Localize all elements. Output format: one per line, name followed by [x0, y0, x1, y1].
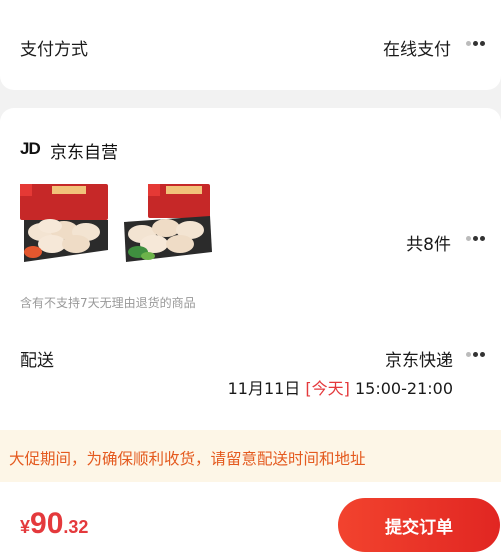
product-thumbnail-1[interactable]: [20, 180, 112, 266]
delivery-time-range: 15:00-21:00: [355, 379, 453, 398]
delivery-time[interactable]: 11月11日 [今天] 15:00-21:00: [228, 375, 453, 399]
promo-banner: 大促期间，为确保顺利收货，请留意配送时间和地址: [0, 430, 501, 482]
currency-symbol: ¥: [20, 517, 31, 537]
items-more-icon[interactable]: [466, 236, 486, 242]
payment-method-label: 支付方式: [20, 40, 88, 60]
payment-method-value[interactable]: 在线支付: [383, 35, 451, 60]
dumpling-product-image: [122, 180, 214, 266]
shop-name: 京东自营: [50, 143, 118, 163]
jd-logo: JD: [20, 139, 41, 158]
dumpling-product-image: [20, 180, 112, 266]
total-price: ¥90.32: [20, 507, 88, 541]
delivery-label: 配送: [20, 351, 54, 371]
payment-more-icon[interactable]: [466, 41, 486, 47]
submit-order-button[interactable]: 提交订单: [338, 498, 500, 552]
price-integer: 90: [30, 507, 64, 540]
delivery-more-icon[interactable]: [466, 352, 486, 358]
delivery-date: 11月11日: [227, 379, 301, 398]
today-tag: [今天]: [305, 379, 350, 398]
delivery-method[interactable]: 京东快递: [385, 346, 453, 371]
product-thumbnail-2[interactable]: [122, 180, 214, 266]
payment-method-card[interactable]: 支付方式 在线支付: [0, 0, 501, 90]
price-decimal: .32: [63, 517, 89, 537]
item-count[interactable]: 共8件: [406, 230, 451, 255]
return-policy-notice: 含有不支持7天无理由退货的商品: [20, 296, 196, 310]
promo-banner-text: 大促期间，为确保顺利收货，请留意配送时间和地址: [9, 450, 366, 468]
